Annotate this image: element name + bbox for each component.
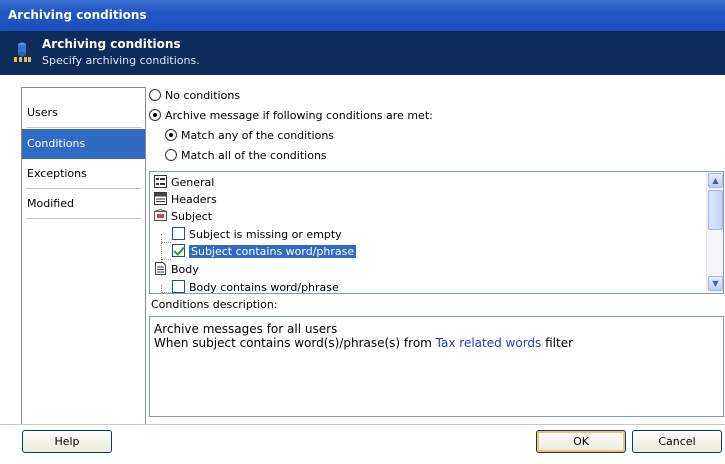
tree-line	[161, 292, 171, 293]
tree-item-body-contains[interactable]: Body contains word/phrase	[172, 279, 339, 294]
nav-item-label: Conditions	[27, 137, 86, 150]
radio-button[interactable]	[149, 89, 161, 101]
scroll-down-icon[interactable]: ▼	[708, 276, 723, 291]
radio-button[interactable]	[149, 109, 161, 121]
tree-item-label: Headers	[171, 193, 217, 206]
body-contains-checkbox[interactable]	[172, 280, 185, 293]
radio-label: Archive message if following conditions …	[165, 109, 433, 122]
ok-button[interactable]: OK	[536, 430, 626, 453]
archive-icon	[14, 42, 31, 62]
header-subtitle: Specify archiving conditions.	[42, 54, 200, 67]
tree-item-subject-contains[interactable]: Subject contains word/phrase	[172, 243, 357, 260]
subject-missing-checkbox[interactable]	[172, 227, 185, 240]
nav-item-exceptions[interactable]: Exceptions	[22, 159, 145, 189]
description-label: Conditions description:	[151, 298, 278, 311]
tree-line	[161, 242, 171, 243]
dialog-window: Archiving conditions Archiving condition…	[0, 0, 725, 464]
tree-item-label: Subject is missing or empty	[189, 228, 342, 241]
nav-panel: Users Conditions Exceptions Modified	[21, 87, 146, 429]
description-line-1: Archive messages for all users	[154, 322, 338, 336]
nav-item-label: Users	[27, 106, 58, 119]
radio-button[interactable]	[165, 149, 177, 161]
tree-item-label: Subject contains word/phrase	[189, 245, 357, 258]
radio-label: No conditions	[165, 89, 241, 102]
description-box: Archive messages for all users When subj…	[149, 316, 724, 417]
radio-label: Match any of the conditions	[181, 129, 335, 142]
radio-button[interactable]	[165, 129, 177, 141]
radio-archive-if[interactable]: Archive message if following conditions …	[149, 108, 433, 124]
nav-item-users[interactable]: Users	[22, 98, 145, 128]
radio-match-any[interactable]: Match any of the conditions	[165, 128, 334, 144]
header-title: Archiving conditions	[42, 37, 181, 51]
tree-scrollbar[interactable]: ▲ ▼	[706, 172, 723, 293]
radio-match-all[interactable]: Match all of the conditions	[165, 148, 327, 164]
header-band: Archiving conditions Specify archiving c…	[0, 31, 725, 75]
body-icon	[155, 262, 166, 275]
nav-item-label: Modified	[27, 197, 74, 210]
tree-item-subject[interactable]: Subject	[154, 208, 212, 225]
nav-item-conditions[interactable]: Conditions	[22, 129, 145, 159]
radio-no-conditions[interactable]: No conditions	[149, 88, 240, 104]
nav-item-modified[interactable]: Modified	[22, 189, 145, 219]
tree-item-subject-missing[interactable]: Subject is missing or empty	[172, 226, 342, 243]
content-area: Users Conditions Exceptions Modified No …	[0, 75, 725, 429]
subject-icon	[154, 209, 167, 221]
description-text: filter	[541, 336, 574, 350]
scroll-up-icon[interactable]: ▲	[708, 173, 723, 188]
description-line-2: When subject contains word(s)/phrase(s) …	[154, 336, 719, 350]
help-button[interactable]: Help	[22, 430, 112, 453]
title-bar[interactable]: Archiving conditions	[0, 0, 725, 31]
radio-label: Match all of the conditions	[181, 149, 327, 162]
subject-contains-checkbox[interactable]	[172, 244, 185, 257]
nav-separator	[26, 218, 141, 219]
tree-line	[161, 259, 171, 260]
tree-item-headers[interactable]: Headers	[154, 191, 217, 208]
headers-icon	[154, 192, 167, 205]
tax-words-link[interactable]: Tax related words	[436, 336, 542, 350]
tree-item-general[interactable]: General	[154, 174, 214, 191]
conditions-tree[interactable]: General Headers Subject Subject is missi…	[149, 171, 724, 294]
cancel-button[interactable]: Cancel	[632, 430, 722, 453]
footer-bar: Help OK Cancel	[0, 424, 725, 464]
tree-item-label: Body	[171, 263, 199, 276]
nav-item-label: Exceptions	[27, 167, 87, 180]
description-text: When subject contains word(s)/phrase(s) …	[154, 336, 436, 350]
tree-item-label: General	[171, 176, 215, 189]
tree-item-body[interactable]: Body	[154, 261, 199, 278]
tree-item-label: Body contains word/phrase	[189, 281, 339, 294]
scroll-thumb[interactable]	[708, 190, 723, 230]
general-icon	[154, 175, 167, 188]
tree-item-label: Subject	[171, 210, 213, 223]
nav-separator	[26, 127, 141, 128]
window-title: Archiving conditions	[8, 8, 147, 22]
